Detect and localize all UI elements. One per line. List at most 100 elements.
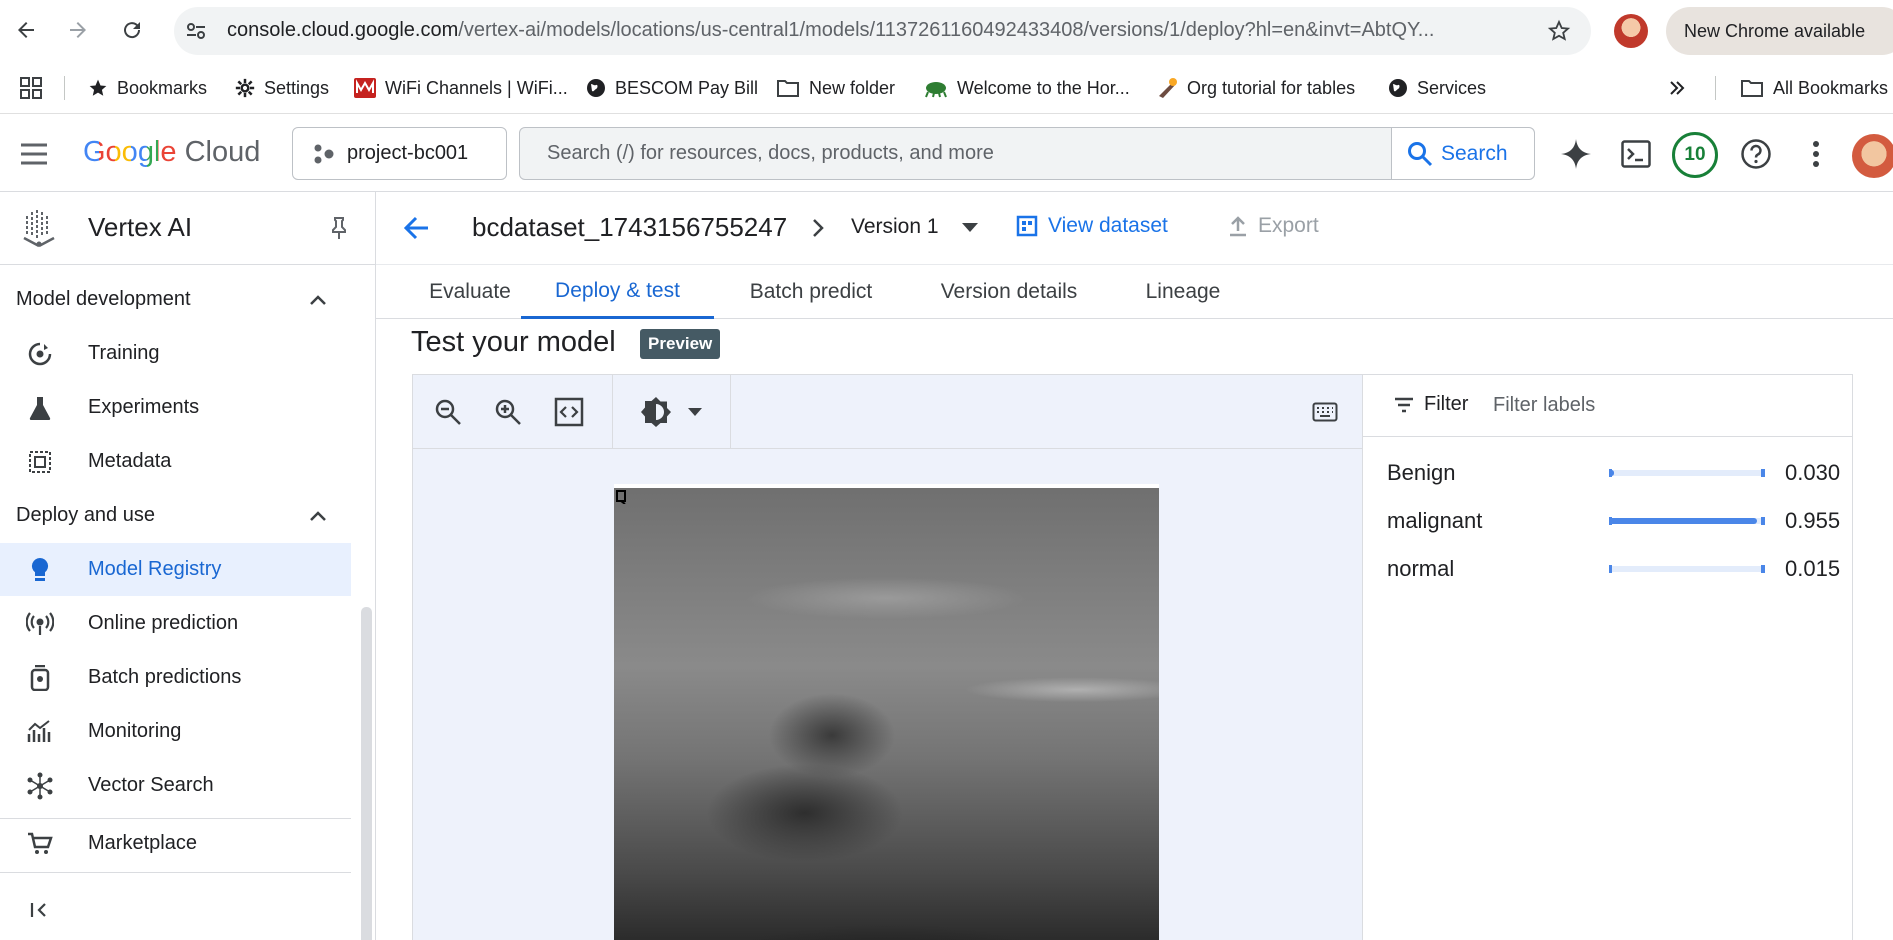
dataset-grid-icon — [1016, 215, 1038, 237]
project-picker[interactable]: project-bc001 — [292, 127, 507, 180]
bookmark-item[interactable]: Settings — [235, 76, 329, 100]
brightness-dropdown-icon[interactable] — [677, 394, 713, 430]
site-info-icon[interactable] — [184, 19, 208, 43]
vertex-ai-icon — [22, 208, 56, 248]
collapse-sidebar-icon[interactable] — [30, 902, 48, 918]
gcp-header: Google Cloud project-bc001 Search (/) fo… — [0, 114, 1893, 192]
apps-icon[interactable] — [20, 76, 42, 100]
section-deploy-and-use[interactable]: Deploy and use — [16, 504, 326, 527]
more-vert-icon[interactable] — [1798, 136, 1834, 172]
lightbulb-icon — [26, 556, 54, 584]
reload-icon[interactable] — [114, 12, 150, 48]
sidebar-item-experiments[interactable]: Experiments — [0, 381, 351, 434]
keyboard-icon[interactable] — [1307, 394, 1343, 430]
new-chrome-button[interactable]: New Chrome available — [1666, 7, 1893, 55]
notifications-badge[interactable]: 10 — [1672, 132, 1718, 178]
sidebar-item-model-registry[interactable]: Model Registry — [0, 543, 351, 596]
filter-row: Filter Filter labels — [1363, 375, 1852, 437]
sidebar: Vertex AI Model development Training Exp… — [0, 192, 376, 940]
google-cloud-logo[interactable]: Google Cloud — [83, 136, 260, 169]
upload-icon — [1228, 215, 1248, 237]
bookmark-label: Services — [1417, 77, 1487, 98]
bookmark-label: Welcome to the Hor... — [957, 77, 1130, 98]
tab-lineage[interactable]: Lineage — [1133, 265, 1233, 319]
ultrasound-image[interactable] — [614, 484, 1159, 940]
pin-icon[interactable] — [329, 216, 349, 240]
prediction-row: normal 0.015 — [1387, 554, 1847, 584]
batch-icon — [26, 664, 54, 692]
sidebar-item-online-prediction[interactable]: Online prediction — [0, 597, 351, 650]
prediction-results: Filter Filter labels Benign 0.030 malign… — [1363, 374, 1853, 940]
sidebar-divider — [0, 872, 351, 873]
tab-deploy-and-test[interactable]: Deploy & test — [521, 265, 714, 319]
section-model-development[interactable]: Model development — [16, 288, 326, 311]
search-input[interactable]: Search (/) for resources, docs, products… — [519, 127, 1535, 180]
view-dataset-button[interactable]: View dataset — [1016, 214, 1168, 238]
version-select[interactable]: Version 1 — [851, 215, 939, 239]
bookmark-item[interactable]: Services — [1388, 76, 1486, 100]
tab-version-details[interactable]: Version details — [929, 265, 1089, 319]
dropdown-arrow-icon[interactable] — [962, 223, 978, 232]
sidebar-item-monitoring[interactable]: Monitoring — [0, 705, 351, 758]
sidebar-item-label: Training — [88, 342, 160, 364]
sidebar-header: Vertex AI — [0, 192, 376, 265]
zoom-out-icon[interactable] — [430, 394, 466, 430]
more-bookmarks-icon[interactable] — [1668, 76, 1686, 100]
version-label: Version 1 — [851, 215, 939, 238]
sidebar-item-training[interactable]: Training — [0, 327, 351, 380]
url-path: /vertex-ai/models/locations/us-central1/… — [458, 19, 1435, 41]
filter-labels-input[interactable]: Filter labels — [1493, 394, 1595, 417]
sidebar-item-label: Model Registry — [88, 558, 222, 580]
all-bookmarks[interactable]: All Bookmarks — [1740, 76, 1888, 100]
bookmark-item[interactable]: Bookmarks — [88, 76, 207, 100]
export-label: Export — [1258, 214, 1319, 237]
profile-avatar[interactable] — [1614, 14, 1648, 48]
bookmark-item[interactable]: Welcome to the Hor... — [924, 76, 1130, 100]
sidebar-item-vector-search[interactable]: Vector Search — [0, 759, 351, 812]
user-avatar[interactable] — [1852, 134, 1893, 178]
toolbar-divider — [730, 375, 731, 449]
folder-icon — [776, 78, 800, 98]
section-title: Test your model — [411, 326, 616, 358]
confidence-bar — [1609, 565, 1765, 573]
star-icon — [88, 78, 108, 98]
help-icon[interactable] — [1738, 136, 1774, 172]
project-icon — [313, 143, 335, 165]
back-icon[interactable] — [8, 12, 44, 48]
tab-bar: Evaluate Deploy & test Batch predict Ver… — [376, 265, 1893, 319]
bookmark-label: Bookmarks — [117, 77, 208, 98]
toolbar-divider — [612, 375, 613, 449]
bookmarks-bar: Bookmarks Settings WiFi Channels | WiFi.… — [0, 62, 1893, 114]
brightness-icon[interactable] — [638, 394, 674, 430]
logo-cloud: Cloud — [184, 136, 261, 168]
model-name: bcdataset_1743156755247 — [472, 212, 788, 242]
section-title: Deploy and use — [16, 504, 155, 526]
zoom-in-icon[interactable] — [490, 394, 526, 430]
bookmark-item[interactable]: BESCOM Pay Bill — [586, 76, 758, 100]
filter-icon — [1394, 397, 1414, 413]
cloud-shell-icon[interactable] — [1618, 136, 1654, 172]
sidebar-item-metadata[interactable]: Metadata — [0, 435, 351, 488]
bookmark-item[interactable]: WiFi Channels | WiFi... — [354, 76, 568, 100]
gemini-icon[interactable] — [1558, 136, 1594, 172]
bookmarks-divider — [64, 76, 65, 100]
bookmark-item[interactable]: Org tutorial for tables — [1156, 76, 1355, 100]
bookmark-star-icon[interactable] — [1547, 19, 1571, 43]
search-button[interactable]: Search — [1391, 128, 1534, 179]
tab-evaluate[interactable]: Evaluate — [406, 265, 534, 319]
back-arrow-icon[interactable] — [404, 216, 430, 240]
bar-start-marker — [1609, 469, 1612, 477]
tab-batch-predict[interactable]: Batch predict — [729, 265, 893, 319]
bookmark-item[interactable]: New folder — [776, 76, 895, 100]
sidebar-scrollbar[interactable] — [361, 607, 372, 940]
fit-to-screen-icon[interactable] — [551, 394, 587, 430]
filter-button[interactable]: Filter — [1394, 393, 1468, 416]
export-button[interactable]: Export — [1228, 214, 1319, 238]
sidebar-item-marketplace[interactable]: Marketplace — [0, 817, 351, 870]
globe-icon — [586, 78, 606, 98]
bar-end-marker — [1761, 469, 1765, 477]
sidebar-item-batch-predictions[interactable]: Batch predictions — [0, 651, 351, 704]
menu-icon[interactable] — [16, 136, 52, 172]
address-bar[interactable]: console.cloud.google.com/vertex-ai/model… — [174, 7, 1591, 55]
forward-icon[interactable] — [60, 12, 96, 48]
